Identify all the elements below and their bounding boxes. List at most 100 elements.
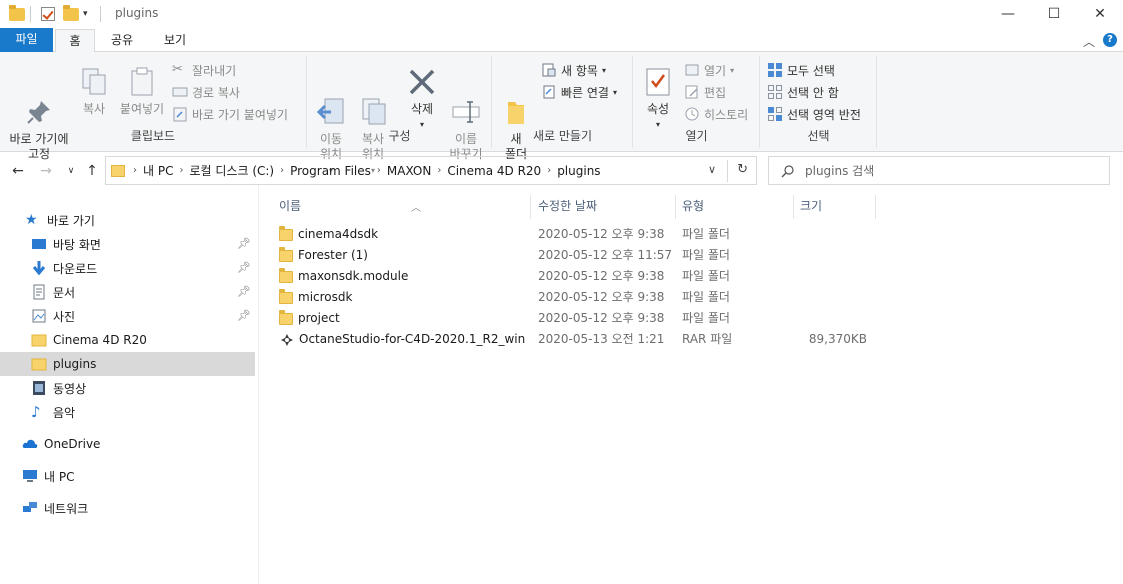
- column-header-type[interactable]: 유형: [676, 195, 794, 219]
- nav-item-music[interactable]: ♪ 음악: [0, 400, 255, 424]
- select-none-button[interactable]: 선택 안 함: [767, 82, 839, 102]
- nav-quick-access[interactable]: ★ 바로 가기: [0, 208, 255, 232]
- breadcrumb-program-files[interactable]: Program Files: [290, 164, 371, 178]
- select-all-button[interactable]: 모두 선택: [767, 60, 835, 80]
- nav-item-pictures[interactable]: 사진 📌︎: [0, 304, 255, 328]
- customize-quick-access-icon[interactable]: ▾: [83, 5, 88, 23]
- delete-button[interactable]: 삭제 ▾: [404, 66, 440, 132]
- new-folder-quick-icon[interactable]: [63, 4, 79, 23]
- breadcrumb-separator-icon[interactable]: ›: [133, 165, 137, 176]
- breadcrumb-separator-icon[interactable]: ›: [547, 165, 551, 176]
- delete-label: 삭제: [410, 102, 434, 116]
- file-row[interactable]: maxonsdk.module 2020-05-12 오후 9:38 파일 폴더: [273, 266, 873, 287]
- open-group-label: 열기: [685, 129, 708, 143]
- tab-file[interactable]: 파일: [0, 28, 53, 52]
- address-bar[interactable]: › 내 PC › 로컬 디스크 (C:) › Program Files › M…: [105, 156, 757, 185]
- nav-item-plugins[interactable]: plugins: [0, 352, 255, 376]
- pin-icon[interactable]: 📌︎: [237, 309, 251, 322]
- folder-icon: [31, 356, 47, 372]
- tab-view[interactable]: 보기: [152, 29, 198, 52]
- paste-shortcut-button[interactable]: 바로 가기 붙여넣기: [172, 104, 288, 124]
- ribbon-tabs: 파일 홈 공유 보기: [0, 28, 1123, 53]
- invert-selection-button[interactable]: 선택 영역 반전: [767, 104, 861, 124]
- nav-this-pc[interactable]: 내 PC: [0, 464, 255, 488]
- file-row[interactable]: project 2020-05-12 오후 9:38 파일 폴더: [273, 308, 873, 329]
- paste-label: 붙여넣기: [119, 102, 165, 116]
- video-icon: [31, 380, 47, 396]
- breadcrumb-separator-icon[interactable]: ›: [179, 165, 183, 176]
- pin-icon[interactable]: 📌︎: [237, 237, 251, 250]
- copy-to-icon: [357, 81, 389, 125]
- close-button[interactable]: ✕: [1077, 0, 1123, 28]
- column-header-size[interactable]: 크기: [794, 195, 876, 219]
- column-header-date[interactable]: 수정한 날짜: [532, 195, 676, 219]
- breadcrumb-separator-icon[interactable]: ›: [280, 165, 284, 176]
- breadcrumb-this-pc[interactable]: 내 PC: [143, 162, 173, 179]
- file-row[interactable]: cinema4dsdk 2020-05-12 오후 9:38 파일 폴더: [273, 224, 873, 245]
- pin-icon[interactable]: 📌︎: [237, 285, 251, 298]
- nav-item-desktop[interactable]: 바탕 화면 📌︎: [0, 232, 255, 256]
- easy-access-button[interactable]: 빠른 연결 ▾: [541, 82, 617, 102]
- recent-locations-chevron-icon[interactable]: ∨: [64, 160, 78, 182]
- nav-item-cinema4d[interactable]: Cinema 4D R20: [0, 328, 255, 352]
- tab-share[interactable]: 공유: [100, 29, 144, 52]
- paste-button[interactable]: 붙여넣기: [116, 66, 168, 117]
- search-box[interactable]: plugins 검색: [768, 156, 1110, 185]
- file-row[interactable]: OctaneStudio-for-C4D-2020.1_R2_win 2020-…: [273, 329, 873, 350]
- file-row[interactable]: microsdk 2020-05-12 오후 9:38 파일 폴더: [273, 287, 873, 308]
- nav-onedrive[interactable]: OneDrive: [0, 432, 255, 456]
- pin-quick-access-button[interactable]: 바로 가기에 고정: [4, 66, 74, 162]
- cut-button[interactable]: ✂ 잘라내기: [172, 60, 236, 80]
- edit-button[interactable]: 편집: [684, 82, 726, 102]
- file-type: 파일 폴더: [682, 269, 730, 283]
- up-arrow-icon[interactable]: ↑: [82, 160, 102, 182]
- breadcrumb-local-disk[interactable]: 로컬 디스크 (C:): [189, 162, 274, 179]
- new-folder-button[interactable]: 새 폴더: [499, 66, 533, 162]
- copy-button[interactable]: 복사: [76, 66, 112, 117]
- breadcrumb-plugins[interactable]: plugins: [557, 164, 600, 178]
- help-icon[interactable]: ?: [1103, 33, 1117, 47]
- history-icon: [684, 106, 700, 122]
- properties-quick-icon[interactable]: [41, 5, 55, 23]
- forward-arrow-icon[interactable]: →: [36, 160, 56, 182]
- breadcrumb-separator-icon[interactable]: ›: [377, 165, 381, 176]
- file-list: 이름 ︿ 수정한 날짜 유형 크기 cinema4dsdk 2020-05-12…: [258, 185, 1123, 584]
- nav-item-videos[interactable]: 동영상: [0, 376, 255, 400]
- folder-icon: [279, 309, 293, 325]
- delete-icon: [406, 66, 438, 98]
- address-history-chevron-icon[interactable]: ∨: [708, 163, 716, 176]
- maximize-button[interactable]: ☐: [1031, 0, 1077, 28]
- breadcrumb-separator-icon[interactable]: ›: [437, 165, 441, 176]
- column-header-name[interactable]: 이름 ︿: [273, 195, 531, 219]
- collapse-ribbon-icon[interactable]: ︿: [1083, 33, 1095, 50]
- new-item-button[interactable]: 새 항목 ▾: [541, 60, 606, 80]
- nav-item-documents[interactable]: 문서 📌︎: [0, 280, 255, 304]
- folder-icon: [31, 332, 47, 348]
- easy-access-label: 빠른 연결: [561, 85, 609, 100]
- file-size: [797, 266, 867, 287]
- rename-button[interactable]: 이름 바꾸기: [444, 66, 488, 162]
- open-label: 열기: [704, 63, 727, 78]
- nav-network[interactable]: 네트워크: [0, 496, 255, 520]
- search-input[interactable]: plugins 검색: [805, 162, 874, 179]
- file-name: project: [298, 311, 340, 325]
- nav-item-label: 바탕 화면: [53, 237, 101, 252]
- file-row[interactable]: Forester (1) 2020-05-12 오후 11:57 파일 폴더: [273, 245, 873, 266]
- download-icon: [31, 260, 47, 276]
- properties-button[interactable]: 속성 ▾: [640, 66, 676, 132]
- minimize-button[interactable]: —: [985, 0, 1031, 28]
- file-size: 89,370KB: [808, 332, 867, 346]
- folder-icon: [9, 4, 25, 23]
- open-button[interactable]: 열기 ▾: [684, 60, 734, 80]
- copy-path-button[interactable]: 경로 복사: [172, 82, 240, 102]
- breadcrumb-cinema4d[interactable]: Cinema 4D R20: [447, 164, 541, 178]
- pin-icon[interactable]: 📌︎: [237, 261, 251, 274]
- refresh-icon[interactable]: ↻: [737, 162, 748, 177]
- breadcrumb-maxon[interactable]: MAXON: [387, 164, 431, 178]
- nav-item-downloads[interactable]: 다운로드 📌︎: [0, 256, 255, 280]
- back-arrow-icon[interactable]: ←: [8, 160, 28, 182]
- select-all-icon: [767, 62, 783, 78]
- history-button[interactable]: 히스토리: [684, 104, 748, 124]
- copy-path-label: 경로 복사: [192, 85, 240, 100]
- tab-home[interactable]: 홈: [55, 29, 95, 53]
